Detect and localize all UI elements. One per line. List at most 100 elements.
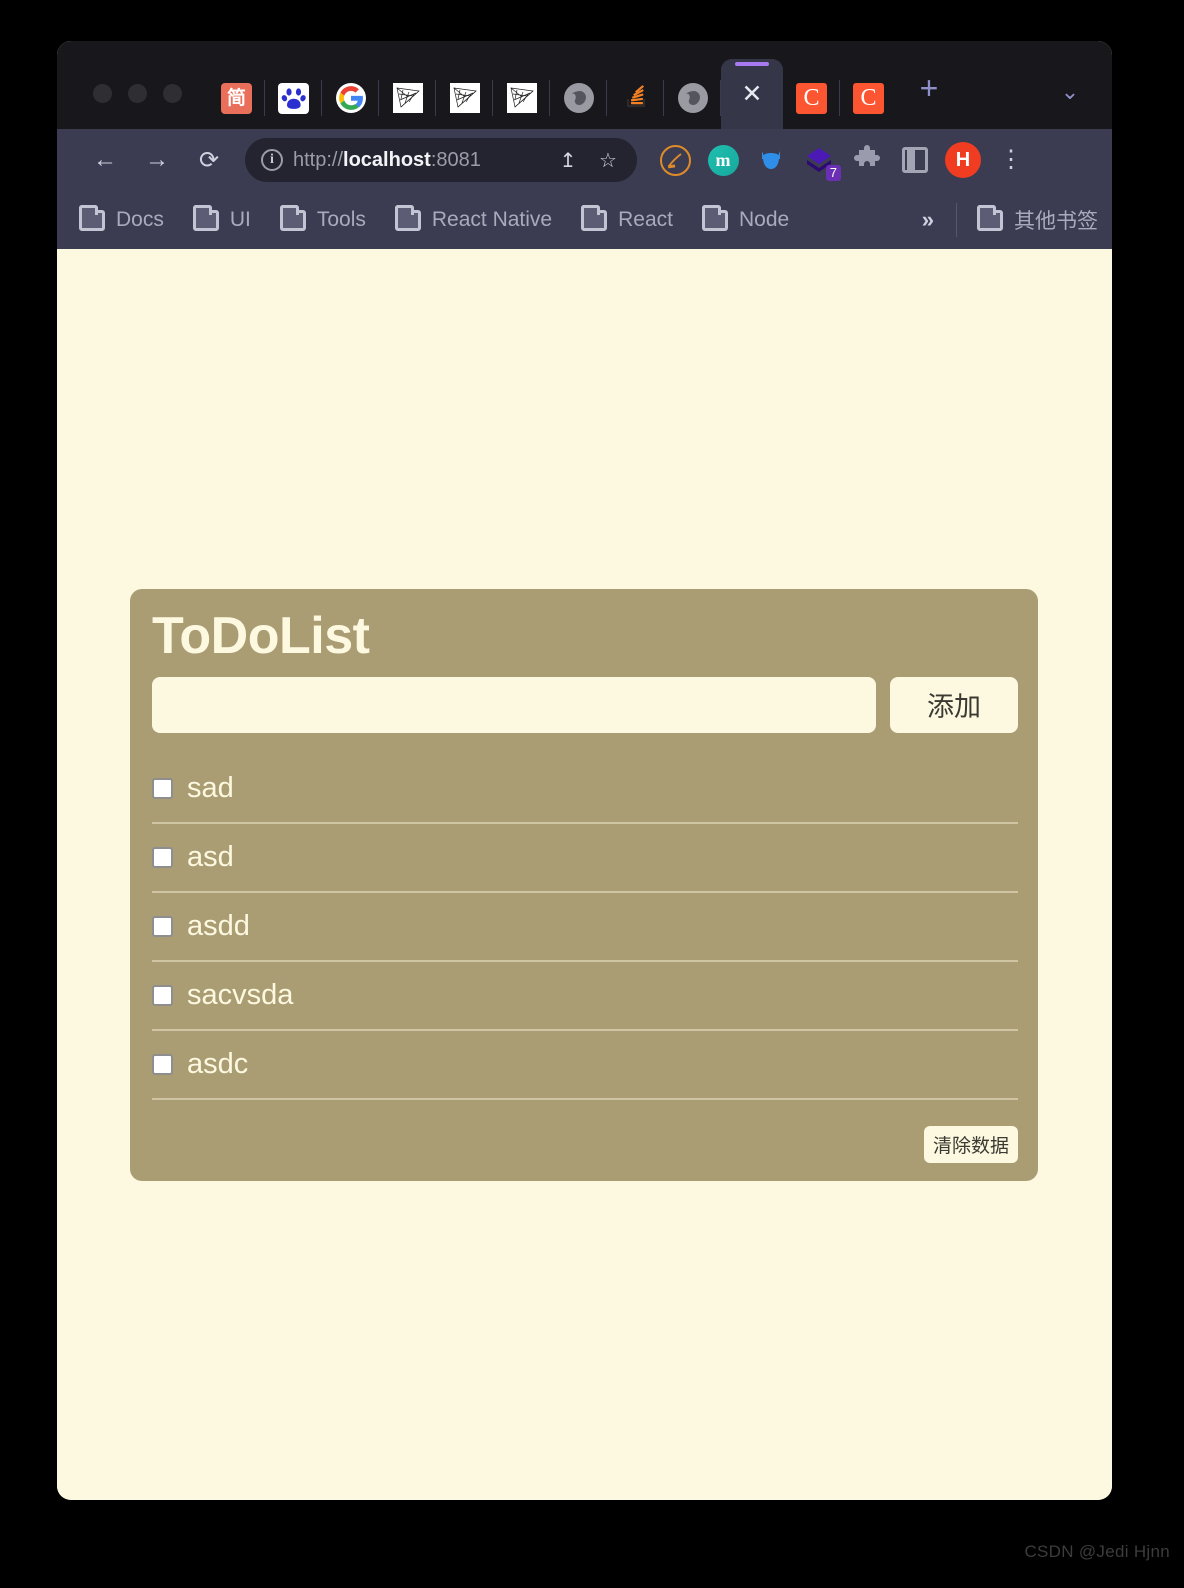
bookmark-label: React xyxy=(618,208,673,231)
csdn-icon-2: C xyxy=(853,82,884,114)
window-controls xyxy=(57,84,208,129)
extension-pen-circle[interactable] xyxy=(651,136,699,184)
todo-item-label: asd xyxy=(187,840,234,873)
tab-list: 简 ✕ C C + ⌄ xyxy=(208,41,1112,129)
tab-stackoverflow[interactable] xyxy=(607,67,664,129)
bookmark-ui[interactable]: UI xyxy=(192,204,266,232)
maximize-window-button[interactable] xyxy=(163,84,182,103)
tab-csdn-1[interactable]: C xyxy=(783,67,840,129)
bookmark-label: Tools xyxy=(316,208,366,231)
todo-checkbox[interactable] xyxy=(152,777,173,799)
todo-checkbox[interactable] xyxy=(152,846,173,868)
folder-icon xyxy=(394,204,421,231)
bookmark-react-native[interactable]: React Native xyxy=(394,204,567,232)
tab-globe-2[interactable] xyxy=(664,67,721,129)
todo-card: ToDoList 添加 sad asd asdd sacvsda asdc 清除… xyxy=(130,589,1038,1181)
todo-checkbox[interactable] xyxy=(152,1053,173,1075)
avatar: H xyxy=(945,142,981,178)
reload-button[interactable]: ⟳ xyxy=(183,139,235,181)
bookmark-label: Node xyxy=(738,208,790,231)
address-bar[interactable]: i http://localhost:8081 ↥ ☆ xyxy=(245,138,637,182)
url-text: http://localhost:8081 xyxy=(293,149,543,172)
bookmark-docs[interactable]: Docs xyxy=(79,204,179,232)
bookmark-other[interactable]: 其他书签 xyxy=(977,204,1098,235)
page-viewport: ToDoList 添加 sad asd asdd sacvsda asdc 清除… xyxy=(57,249,1112,1500)
todo-checkbox[interactable] xyxy=(152,984,173,1006)
google-icon xyxy=(335,83,366,113)
profile-button[interactable]: H xyxy=(939,136,987,184)
tab-mesh-3[interactable] xyxy=(493,67,550,129)
list-item[interactable]: sad xyxy=(152,755,1018,824)
extension-cat[interactable] xyxy=(747,136,795,184)
bookmark-star-icon[interactable]: ☆ xyxy=(593,148,623,173)
tab-google[interactable] xyxy=(322,67,379,129)
url-prefix: http:// xyxy=(293,148,344,171)
globe-icon-1 xyxy=(563,83,594,113)
tab-globe-1[interactable] xyxy=(550,67,607,129)
clear-data-button[interactable]: 清除数据 xyxy=(923,1125,1018,1163)
tab-baidu[interactable] xyxy=(265,67,322,129)
site-info-icon[interactable]: i xyxy=(261,149,283,171)
side-panel-button[interactable] xyxy=(891,136,939,184)
minimize-window-button[interactable] xyxy=(128,84,147,103)
stackoverflow-icon xyxy=(621,83,651,113)
kebab-menu-icon: ⋮ xyxy=(999,146,1023,174)
csdn-icon-1: C xyxy=(796,82,827,114)
screenshot-root: 简 ✕ C C + ⌄ ← → ⟳ i http://localhost:808… xyxy=(0,0,1184,1588)
close-icon[interactable]: ✕ xyxy=(737,79,767,109)
browser-window: 简 ✕ C C + ⌄ ← → ⟳ i http://localhost:808… xyxy=(57,41,1112,1500)
todo-item-label: sacvsda xyxy=(187,978,294,1011)
bookmarks-bar: Docs UI Tools React Native React Node » … xyxy=(57,191,1112,249)
list-item[interactable]: asd xyxy=(152,824,1018,893)
extension-layers[interactable]: 7 xyxy=(795,136,843,184)
mesh-icon-1 xyxy=(392,83,423,113)
mesh-icon-2 xyxy=(449,83,480,113)
tab-mesh-2[interactable] xyxy=(436,67,493,129)
bookmark-label: UI xyxy=(229,208,251,231)
chevron-down-icon[interactable]: ⌄ xyxy=(1028,79,1112,129)
baidu-icon xyxy=(278,82,309,114)
jianshu-icon: 简 xyxy=(221,82,252,114)
new-tab-button[interactable]: + xyxy=(897,70,961,129)
bookmark-tools[interactable]: Tools xyxy=(279,204,381,232)
puzzle-icon xyxy=(854,145,880,166)
layers-badge: 7 xyxy=(825,164,841,181)
bookmark-label: 其他书签 xyxy=(1014,210,1098,233)
extensions-menu-button[interactable] xyxy=(843,136,891,184)
tab-csdn-2[interactable]: C xyxy=(840,67,897,129)
todo-checkbox[interactable] xyxy=(152,915,173,937)
bookmark-label: React Native xyxy=(431,208,553,231)
side-panel-icon xyxy=(902,147,928,173)
page-title: ToDoList xyxy=(152,607,370,665)
cat-icon xyxy=(762,151,780,169)
list-item[interactable]: asdc xyxy=(152,1031,1018,1100)
bookmarks-overflow-button[interactable]: » xyxy=(900,207,956,233)
folder-icon xyxy=(701,204,728,231)
share-icon[interactable]: ↥ xyxy=(553,148,583,173)
extension-markdown[interactable]: m xyxy=(699,136,747,184)
bookmarks-divider xyxy=(956,203,957,237)
todo-item-label: asdc xyxy=(187,1047,249,1080)
bookmark-node[interactable]: Node xyxy=(701,204,804,232)
todo-input-row: 添加 xyxy=(152,676,1018,733)
close-window-button[interactable] xyxy=(93,84,112,103)
folder-icon xyxy=(192,204,219,231)
tab-jianshu[interactable]: 简 xyxy=(208,67,265,129)
url-suffix: :8081 xyxy=(430,148,481,171)
tab-active-localhost[interactable]: ✕ xyxy=(721,59,783,129)
list-item[interactable]: sacvsda xyxy=(152,962,1018,1031)
pen-circle-icon xyxy=(659,144,691,176)
back-button[interactable]: ← xyxy=(79,139,131,181)
bookmark-react[interactable]: React xyxy=(581,204,688,232)
forward-button[interactable]: → xyxy=(131,139,183,181)
todo-item-label: asdd xyxy=(187,909,250,942)
globe-icon-2 xyxy=(677,83,708,113)
add-button[interactable]: 添加 xyxy=(890,676,1018,733)
folder-icon xyxy=(79,204,105,231)
tab-mesh-1[interactable] xyxy=(379,67,436,129)
todo-list: sad asd asdd sacvsda asdc xyxy=(152,755,1018,1100)
todo-input[interactable] xyxy=(152,676,876,733)
browser-menu-button[interactable]: ⋮ xyxy=(987,136,1035,184)
list-item[interactable]: asdd xyxy=(152,893,1018,962)
folder-icon xyxy=(977,204,1003,231)
